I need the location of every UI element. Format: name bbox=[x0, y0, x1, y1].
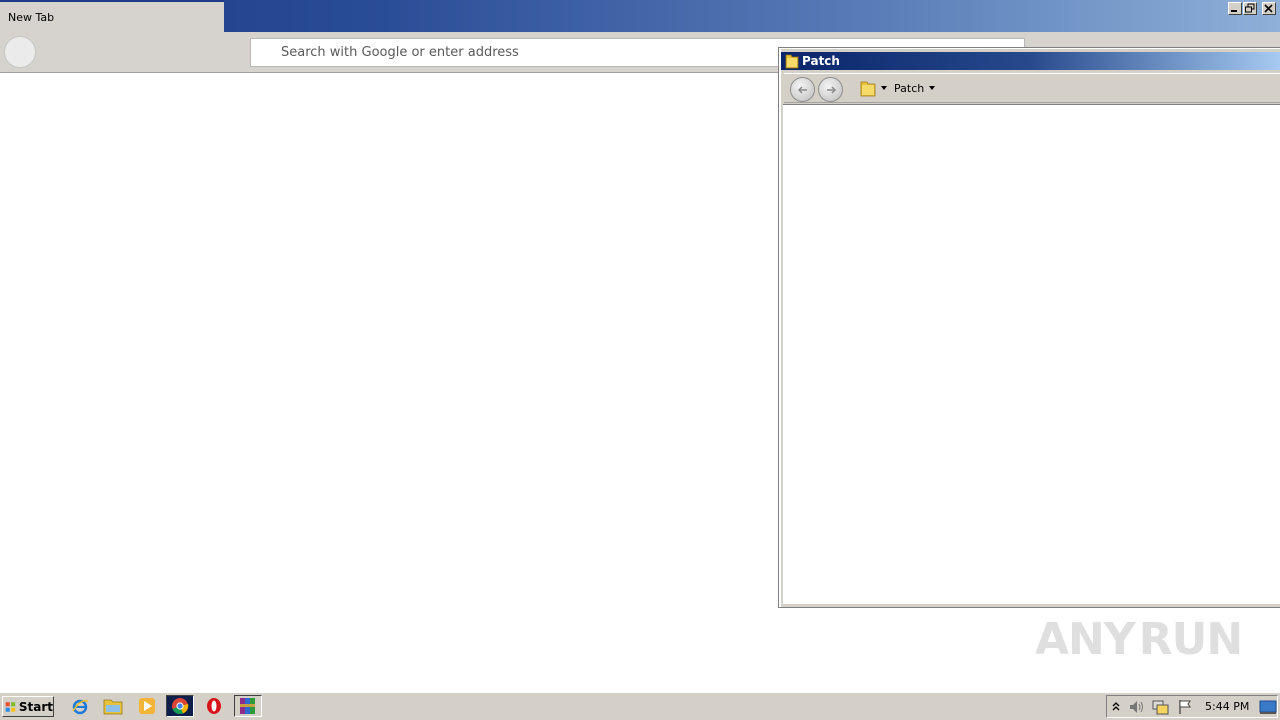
start-label: Start bbox=[18, 699, 53, 714]
taskbar-winrar[interactable] bbox=[234, 695, 262, 717]
explorer-titlebar[interactable]: Patch bbox=[781, 52, 1280, 70]
back-arrow-icon bbox=[797, 86, 807, 94]
folder-icon bbox=[860, 81, 876, 97]
forward-button[interactable] bbox=[818, 77, 843, 102]
network-icon[interactable] bbox=[1152, 699, 1170, 715]
taskbar-file-explorer[interactable] bbox=[99, 695, 127, 717]
taskbar-opera[interactable] bbox=[200, 695, 228, 717]
tab-new-tab[interactable]: New Tab bbox=[0, 0, 224, 32]
start-button[interactable]: Start bbox=[2, 696, 54, 717]
watermark-text-left: ANY bbox=[1035, 613, 1136, 665]
internet-explorer-icon bbox=[72, 699, 89, 715]
anyrun-watermark: ANY RUN bbox=[1035, 606, 1243, 672]
volume-icon[interactable] bbox=[1128, 699, 1146, 715]
restore-icon bbox=[1245, 3, 1255, 13]
explorer-title: Patch bbox=[802, 54, 840, 68]
opera-icon bbox=[207, 698, 221, 714]
explorer-window[interactable]: Patch Patch bbox=[779, 48, 1280, 607]
restore-button[interactable] bbox=[1243, 2, 1257, 15]
taskbar-chrome[interactable] bbox=[166, 695, 194, 717]
minimize-icon bbox=[1231, 10, 1237, 12]
back-button[interactable] bbox=[790, 77, 815, 102]
taskbar-internet-explorer[interactable] bbox=[66, 695, 94, 717]
file-explorer-icon bbox=[103, 699, 123, 715]
watermark-text-right: RUN bbox=[1138, 613, 1243, 665]
show-hidden-icons-icon[interactable] bbox=[1111, 700, 1121, 712]
winrar-icon bbox=[240, 698, 255, 714]
chrome-icon bbox=[172, 698, 189, 715]
close-button[interactable] bbox=[1262, 2, 1276, 15]
clock[interactable]: 5:44 PM bbox=[1205, 700, 1249, 713]
chevron-down-icon[interactable] bbox=[880, 84, 888, 92]
folder-icon bbox=[785, 54, 799, 69]
chevron-down-icon[interactable] bbox=[928, 84, 936, 92]
minimize-button[interactable] bbox=[1228, 2, 1242, 15]
close-icon bbox=[1264, 4, 1273, 13]
explorer-file-area[interactable] bbox=[783, 104, 1280, 604]
tab-label: New Tab bbox=[8, 11, 55, 24]
media-player-icon bbox=[139, 698, 155, 714]
home-button[interactable] bbox=[4, 36, 36, 68]
breadcrumb-patch[interactable]: Patch bbox=[894, 82, 924, 95]
windows-logo-icon bbox=[5, 701, 16, 712]
explorer-navbar: Patch bbox=[784, 73, 1280, 103]
show-desktop-icon[interactable] bbox=[1259, 699, 1277, 715]
forward-arrow-icon bbox=[826, 86, 836, 94]
action-center-flag-icon[interactable] bbox=[1177, 699, 1193, 715]
taskbar-media-player[interactable] bbox=[133, 695, 161, 717]
